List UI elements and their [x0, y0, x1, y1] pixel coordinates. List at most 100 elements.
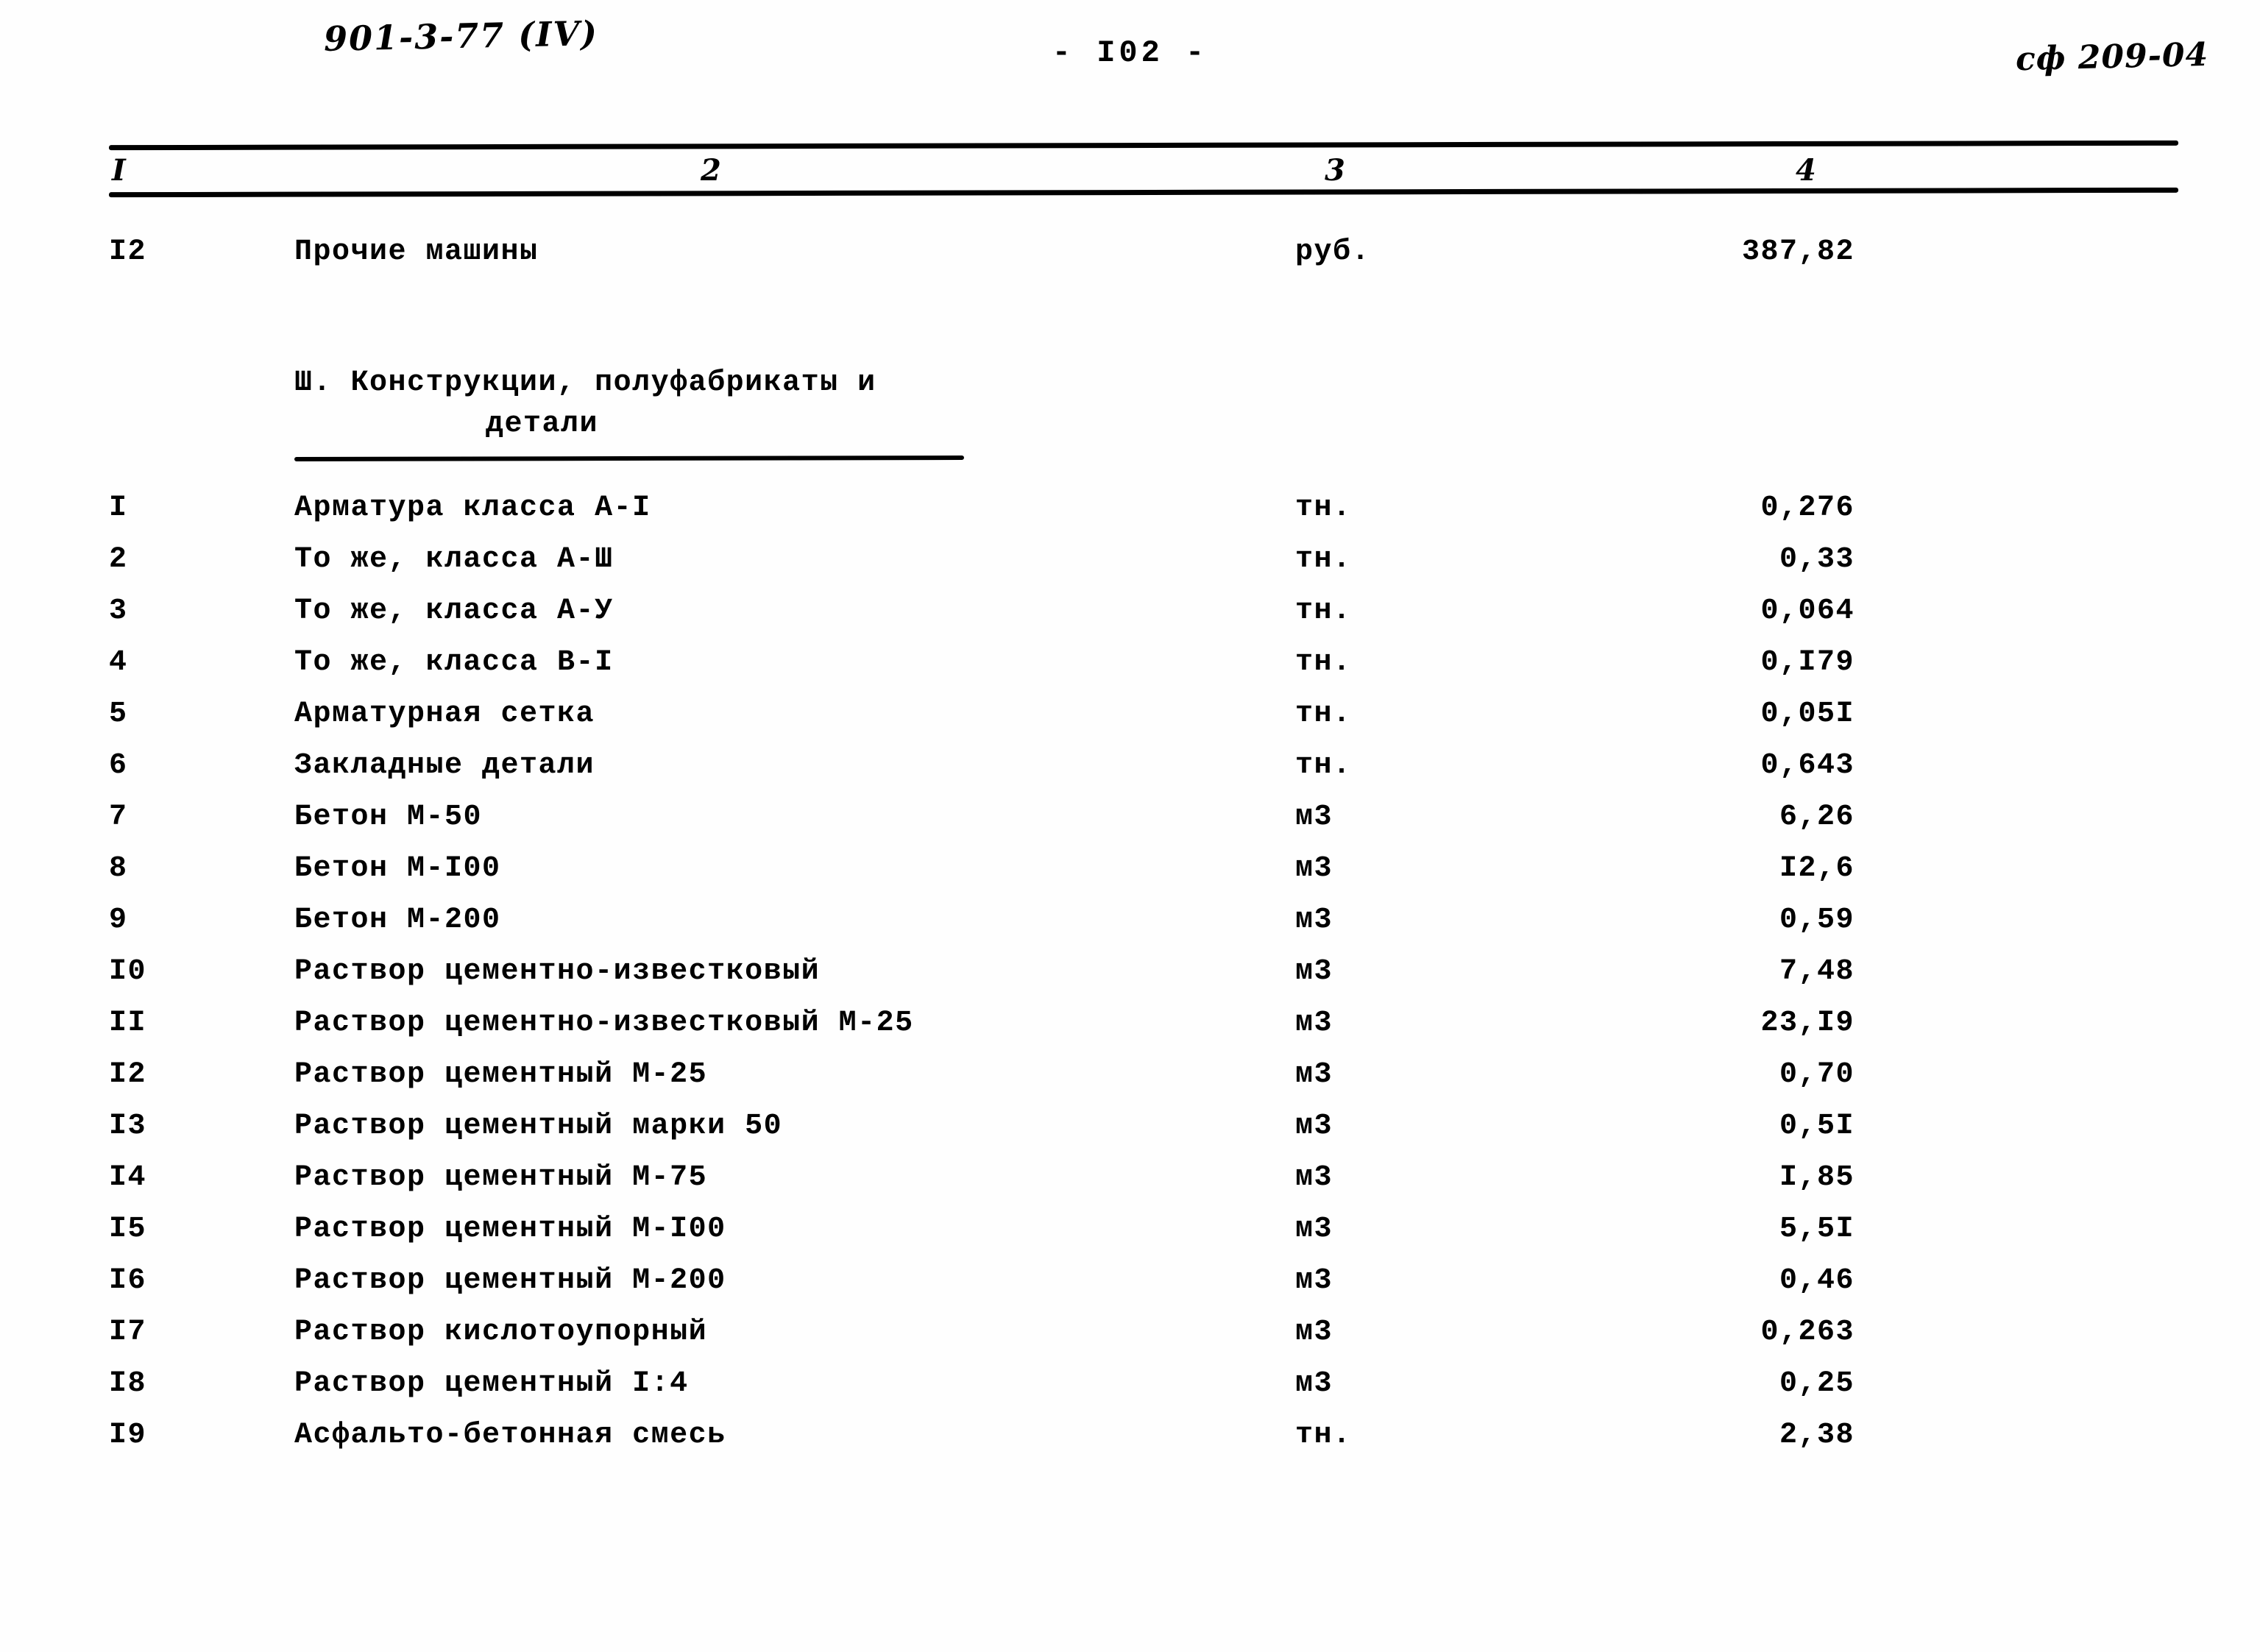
row-value: 0,064 [1760, 595, 1855, 628]
table-top-rule [108, 140, 2179, 151]
row-number: 6 [109, 749, 128, 782]
section-heading-line-1: Ш. Конструкции, полуфабрикаты и [294, 366, 876, 400]
row-unit: м3 [1295, 1058, 1333, 1091]
row-value: 0,25 [1779, 1367, 1855, 1400]
row-value: 0,33 [1779, 543, 1855, 576]
table-header-rule [108, 187, 2179, 198]
row-number: I7 [109, 1316, 147, 1349]
table-row: I4 Раствор цементный М-75 м3 I,85 [0, 1161, 2260, 1213]
row-spacer [0, 287, 2260, 366]
row-value: 387,82 [1741, 235, 1855, 269]
row-name: То же, класса В-I [294, 646, 614, 679]
row-unit: м3 [1295, 955, 1333, 988]
row-unit: м3 [1295, 1316, 1333, 1349]
row-unit: тн. [1295, 698, 1352, 731]
table-row: I5 Раствор цементный М-I00 м3 5,5I [0, 1213, 2260, 1264]
row-name: Раствор цементный I:4 [294, 1367, 689, 1400]
row-unit: руб. [1295, 235, 1371, 269]
row-number: I2 [109, 235, 147, 269]
row-value: 0,46 [1779, 1264, 1855, 1297]
row-unit: м3 [1295, 1264, 1333, 1297]
table-row: I2 Раствор цементный М-25 м3 0,70 [0, 1058, 2260, 1110]
row-name: Асфальто-бетонная смесь [294, 1419, 726, 1452]
row-number: 3 [109, 595, 128, 628]
row-unit: тн. [1295, 1419, 1352, 1452]
table-row: I8 Раствор цементный I:4 м3 0,25 [0, 1367, 2260, 1419]
page-number: - I02 - [1052, 35, 1208, 71]
table-row: 2 То же, класса А-Ш тн. 0,33 [0, 543, 2260, 595]
row-value: 0,70 [1779, 1058, 1855, 1091]
row-unit: тн. [1295, 543, 1352, 576]
row-number: 8 [109, 852, 128, 885]
row-value: 0,05I [1760, 698, 1855, 731]
row-value: 6,26 [1779, 801, 1855, 834]
table-row: 5 Арматурная сетка тн. 0,05I [0, 698, 2260, 749]
row-name: Раствор кислотоупорный [294, 1316, 708, 1349]
row-unit: тн. [1295, 595, 1352, 628]
table-row: II Раствор цементно-известковый М-25 м3 23,… [0, 1007, 2260, 1058]
row-value: 0,263 [1760, 1316, 1855, 1349]
table-row: I7 Раствор кислотоупорный м3 0,263 [0, 1316, 2260, 1367]
row-name: Бетон М-50 [294, 801, 483, 834]
row-number: 4 [109, 646, 128, 679]
row-name: Арматурная сетка [294, 698, 595, 731]
row-unit: м3 [1295, 1161, 1333, 1194]
column-header-1: I [112, 153, 126, 188]
row-name: Бетон М-200 [294, 904, 501, 937]
row-value: 2,38 [1779, 1419, 1855, 1452]
table-row: I3 Раствор цементный марки 50 м3 0,5I [0, 1110, 2260, 1161]
table-row: I6 Раствор цементный М-200 м3 0,46 [0, 1264, 2260, 1316]
row-name: То же, класса А-Ш [294, 543, 614, 576]
row-number: I3 [109, 1110, 147, 1143]
column-header-4: 4 [1796, 153, 1816, 188]
row-number: 7 [109, 801, 128, 834]
row-value: 0,5I [1779, 1110, 1855, 1143]
row-name: Раствор цементно-известковый М-25 [294, 1007, 914, 1040]
row-value: 0,59 [1779, 904, 1855, 937]
row-value: I2,6 [1779, 852, 1855, 885]
row-name: Раствор цементно-известковый [294, 955, 821, 988]
row-number: I0 [109, 955, 147, 988]
table-row: 6 Закладные детали тн. 0,643 [0, 749, 2260, 801]
row-value: 5,5I [1779, 1213, 1855, 1246]
document-page: 901-3-77 (IV) - I02 - сф 209-04 I 2 3 4 … [0, 0, 2260, 1652]
row-number: 5 [109, 698, 128, 731]
row-unit: тн. [1295, 749, 1352, 782]
row-value: 0,276 [1760, 492, 1855, 525]
table-row: 9 Бетон М-200 м3 0,59 [0, 904, 2260, 955]
row-name: Раствор цементный М-25 [294, 1058, 708, 1091]
row-number: 9 [109, 904, 128, 937]
row-number: I5 [109, 1213, 147, 1246]
table-row: 4 То же, класса В-I тн. 0,I79 [0, 646, 2260, 698]
row-value: I,85 [1779, 1161, 1855, 1194]
row-unit: м3 [1295, 1213, 1333, 1246]
row-number: I4 [109, 1161, 147, 1194]
table-row: 8 Бетон М-I00 м3 I2,6 [0, 852, 2260, 904]
table-row: I2 Прочие машины руб. 387,82 [0, 235, 2260, 287]
table-row: I9 Асфальто-бетонная смесь тн. 2,38 [0, 1419, 2260, 1470]
table-row: I0 Раствор цементно-известковый м3 7,48 [0, 955, 2260, 1007]
row-unit: м3 [1295, 801, 1333, 834]
row-unit: м3 [1295, 852, 1333, 885]
row-name: То же, класса А-У [294, 595, 614, 628]
row-number: I [109, 492, 128, 525]
row-name: Закладные детали [294, 749, 595, 782]
row-number: I9 [109, 1419, 147, 1452]
row-name: Прочие машины [294, 235, 539, 269]
row-unit: м3 [1295, 1110, 1333, 1143]
section-heading-underline [294, 455, 965, 461]
sheet-code-stamp: сф 209-04 [2015, 35, 2209, 79]
table-row: 7 Бетон М-50 м3 6,26 [0, 801, 2260, 852]
row-value: 0,I79 [1760, 646, 1855, 679]
row-unit: м3 [1295, 1007, 1333, 1040]
row-unit: м3 [1295, 1367, 1333, 1400]
table-body: I2 Прочие машины руб. 387,82 Ш. Конструкции,… [0, 235, 2260, 1470]
column-header-3: 3 [1325, 153, 1345, 188]
row-name: Бетон М-I00 [294, 852, 501, 885]
row-name: Раствор цементный М-I00 [294, 1213, 726, 1246]
row-number: II [109, 1007, 147, 1040]
row-number: I2 [109, 1058, 147, 1091]
row-name: Раствор цементный марки 50 [294, 1110, 783, 1143]
row-value: 23,I9 [1760, 1007, 1855, 1040]
row-unit: м3 [1295, 904, 1333, 937]
